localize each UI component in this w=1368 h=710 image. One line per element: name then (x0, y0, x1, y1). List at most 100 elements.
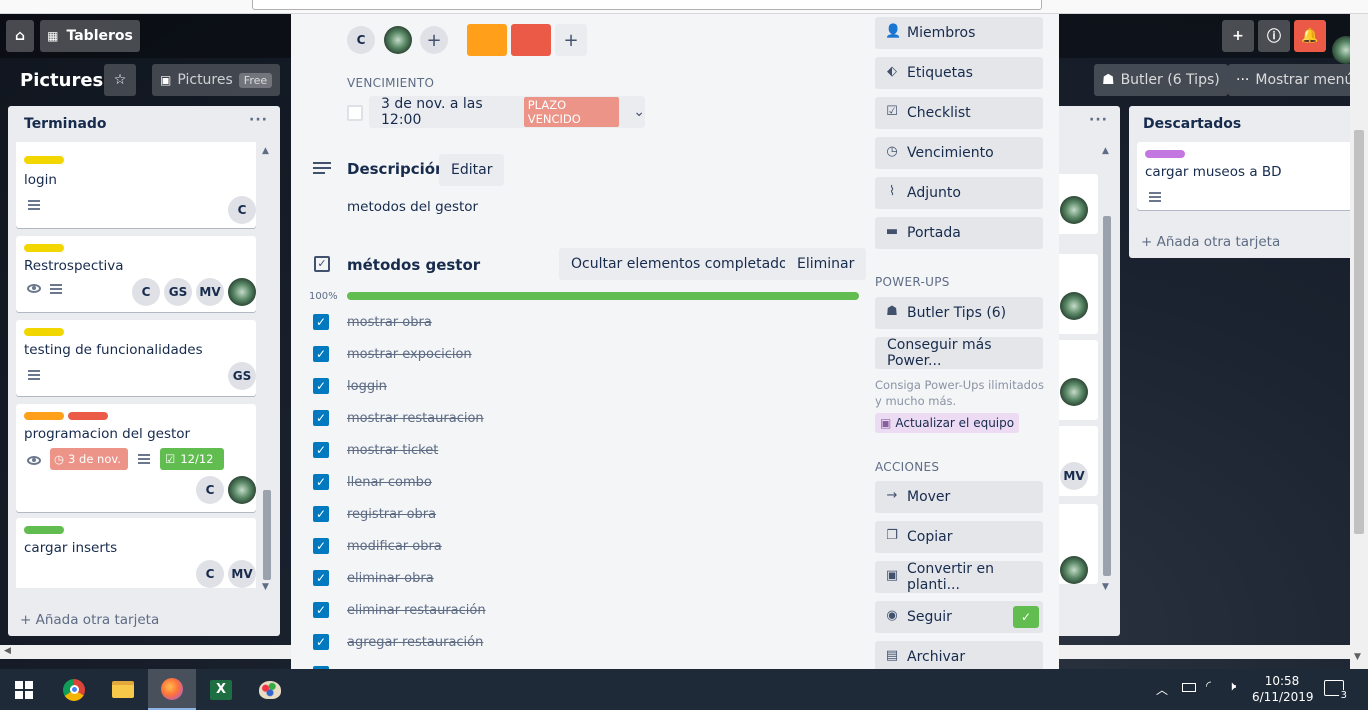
avatar[interactable] (1060, 556, 1088, 584)
list-title[interactable]: Terminado (24, 116, 107, 132)
team-button[interactable]: ▣ Pictures Free (152, 64, 281, 96)
add-card-button[interactable]: + Añada otra tarjeta (20, 612, 159, 628)
card-restrospectiva[interactable]: Restrospectiva C GS MV (16, 236, 256, 312)
add-icon[interactable]: + (1222, 20, 1254, 52)
avatar[interactable]: MV (228, 560, 256, 588)
show-menu-button[interactable]: ··· Mostrar menú (1228, 64, 1368, 96)
butler-button[interactable]: ☗ Butler (6 Tips) (1094, 64, 1228, 96)
avatar[interactable] (1060, 196, 1088, 224)
checklist-item-text[interactable]: llenar combo (347, 475, 432, 490)
avatar[interactable]: GS (228, 362, 256, 390)
file-explorer-icon[interactable] (99, 669, 147, 710)
checked-checkbox-icon[interactable]: ✓ (313, 346, 329, 362)
checklist-item[interactable]: ✓ loggin (313, 376, 387, 396)
add-card-button[interactable]: + Añada otra tarjeta (1141, 234, 1280, 250)
checklist-item-text[interactable]: mostrar expocicion (347, 347, 472, 362)
checklist-button[interactable]: ☑ Checklist (875, 97, 1043, 129)
avatar[interactable] (228, 476, 256, 504)
checklist-item[interactable]: ✓ llenar combo (313, 472, 432, 492)
list-scrollbar[interactable]: ▲ ▼ (1102, 146, 1112, 592)
home-icon[interactable]: ⌂ (6, 20, 34, 52)
avatar[interactable] (228, 278, 256, 306)
card-cargar-inserts[interactable]: cargar inserts C MV (16, 518, 256, 588)
card-cargar-museos[interactable]: cargar museos a BD (1137, 142, 1368, 210)
more-powerups-button[interactable]: Conseguir más Power... (875, 337, 1043, 369)
checked-checkbox-icon[interactable]: ✓ (313, 570, 329, 586)
label-orange[interactable] (467, 24, 507, 56)
label-red[interactable] (511, 24, 551, 56)
checklist-item-text[interactable]: eliminar obra (347, 571, 434, 586)
battery-icon[interactable] (1182, 683, 1196, 692)
chevron-up-icon[interactable]: ︿ (1156, 681, 1168, 698)
checklist-item[interactable]: ✓ mostrar obra (313, 312, 432, 332)
checked-checkbox-icon[interactable]: ✓ (313, 410, 329, 426)
volume-muted-icon[interactable]: 🕨 (1228, 679, 1236, 694)
list-title[interactable]: Descartados (1143, 116, 1241, 132)
add-member-button[interactable]: + (420, 26, 448, 54)
avatar[interactable] (1060, 292, 1088, 320)
checklist-item[interactable]: ✓ registrar obra (313, 504, 436, 524)
avatar[interactable]: C (196, 476, 224, 504)
checked-checkbox-icon[interactable]: ✓ (313, 634, 329, 650)
excel-icon[interactable]: X (197, 669, 245, 710)
checked-checkbox-icon[interactable]: ✓ (313, 538, 329, 554)
copy-button[interactable]: ❐ Copiar (875, 521, 1043, 553)
butler-tips-button[interactable]: ☗ Butler Tips (6) (875, 297, 1043, 329)
move-button[interactable]: → Mover (875, 481, 1043, 513)
windows-start-icon[interactable] (0, 669, 48, 710)
checklist-item-text[interactable]: registrar obra (347, 507, 436, 522)
checklist-item-text[interactable]: mostrar restauracion (347, 411, 484, 426)
notifications-icon[interactable]: 3 (1324, 680, 1349, 701)
list-scrollbar[interactable]: ▲ ▼ (262, 146, 272, 592)
card-programacion[interactable]: programacion del gestor ◷ 3 de nov. ☑ 12… (16, 404, 256, 512)
labels-button[interactable]: ⬖ Etiquetas (875, 57, 1043, 89)
due-date-button[interactable]: 3 de nov. a las 12:00 PLAZO VENCIDO ⌄ (369, 96, 645, 128)
cover-button[interactable]: ▬ Portada (875, 217, 1043, 249)
checked-checkbox-icon[interactable]: ✓ (313, 442, 329, 458)
checklist-item[interactable]: ✓ mostrar expocicion (313, 344, 472, 364)
wifi-icon[interactable]: ◜ (1206, 679, 1211, 694)
info-icon[interactable]: ⓘ (1258, 20, 1290, 52)
avatar[interactable]: C (132, 278, 160, 306)
checklist-item-text[interactable]: loggin (347, 379, 387, 394)
checklist-item[interactable]: ✓ mostrar restauracion (313, 408, 484, 428)
member-avatar[interactable]: C (347, 26, 375, 54)
avatar[interactable]: GS (164, 278, 192, 306)
checklist-item-text[interactable]: agregar restauración (347, 635, 483, 650)
checklist-item-text[interactable]: mostrar ticket (347, 443, 438, 458)
checked-checkbox-icon[interactable]: ✓ (313, 506, 329, 522)
add-label-button[interactable]: + (555, 24, 587, 56)
checklist-item-text[interactable]: mostrar obra (347, 315, 432, 330)
checklist-badge[interactable]: ☑ 12/12 (160, 448, 224, 470)
checklist-item[interactable]: ✓ mostrar ticket (313, 440, 438, 460)
page-scrollbar[interactable]: ▼ (1350, 14, 1368, 669)
delete-checklist-button[interactable]: Eliminar (785, 248, 867, 280)
watch-button[interactable]: ◉ Seguir ✓ (875, 601, 1043, 633)
due-date-button[interactable]: ◷ Vencimiento (875, 137, 1043, 169)
hide-completed-button[interactable]: Ocultar elementos completados (559, 248, 807, 280)
list-menu-icon[interactable]: ··· (1089, 112, 1108, 128)
checked-checkbox-icon[interactable]: ✓ (313, 474, 329, 490)
checked-checkbox-icon[interactable]: ✓ (313, 378, 329, 394)
avatar[interactable]: C (228, 196, 256, 224)
board-title[interactable]: Pictures (20, 70, 103, 91)
edit-description-button[interactable]: Editar (439, 154, 505, 186)
url-bar[interactable] (252, 0, 1042, 10)
checklist-item[interactable]: ✓ eliminar restauración (313, 600, 486, 620)
description-text[interactable]: metodos del gestor (347, 199, 478, 215)
card-login[interactable]: login C (16, 142, 256, 228)
attachment-button[interactable]: ⌇ Adjunto (875, 177, 1043, 209)
firefox-icon[interactable] (148, 669, 196, 710)
checklist-item-text[interactable]: modificar obra (347, 539, 442, 554)
checklist-item[interactable]: ✓ agregar restauración (313, 632, 483, 652)
checklist-item[interactable]: ✓ modificar obra (313, 536, 442, 556)
upgrade-team-button[interactable]: ▣ Actualizar el equipo (875, 413, 1020, 433)
card-testing[interactable]: testing de funcionalidades GS (16, 320, 256, 396)
checklist-item-text[interactable]: eliminar restauración (347, 603, 486, 618)
make-template-button[interactable]: ▣ Convertir en planti... (875, 561, 1043, 593)
avatar[interactable]: C (196, 560, 224, 588)
members-button[interactable]: 👤 Miembros (875, 17, 1043, 49)
avatar[interactable]: MV (196, 278, 224, 306)
checked-checkbox-icon[interactable]: ✓ (313, 602, 329, 618)
member-avatar[interactable] (384, 26, 412, 54)
